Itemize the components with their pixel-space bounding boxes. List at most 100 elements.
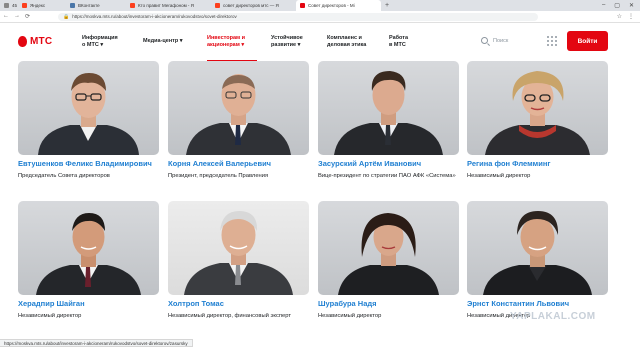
browser-tab-active[interactable]: Совет директоров - Mi <box>296 0 381 11</box>
director-role: Независимый директор, финансовый эксперт <box>168 313 292 319</box>
director-role: Независимый директор <box>318 313 382 319</box>
browser-status-bar: https://moskva.mts.ru/about/investoram-i… <box>0 339 193 347</box>
director-name[interactable]: Эрнст Константин Львович <box>467 299 608 309</box>
browser-toolbar-right: ☆ ⋮ <box>617 13 640 20</box>
director-name[interactable]: Корня Алексей Валерьевич <box>168 159 309 169</box>
browser-tab[interactable]: совет директоров мтс — Я <box>211 0 296 11</box>
nav-label-line2: о МТС ▾ <box>82 42 104 48</box>
director-card[interactable]: Холтроп Томас Независимый директор, фина… <box>168 201 309 320</box>
tab-label: Яндекс <box>30 3 46 8</box>
tab-favicon-icon <box>300 3 305 8</box>
tab-favicon-icon <box>70 3 75 8</box>
search-icon <box>481 37 488 44</box>
tab-favicon-icon <box>4 3 9 8</box>
tab-favicon-icon <box>130 3 135 8</box>
extensions-icon[interactable]: ⋮ <box>628 13 634 20</box>
person-portrait-icon <box>186 74 291 155</box>
browser-tab[interactable]: Кто правит Мегафоном - Я <box>126 0 211 11</box>
tab-label: Совет директоров - Mi <box>308 3 355 8</box>
browser-tab[interactable]: Яндекс <box>18 0 66 11</box>
nav-label-line1: Информация <box>82 35 118 41</box>
director-card[interactable]: Херадпир Шайган Независимый директор <box>18 201 159 320</box>
watermark-text: YAPLAKAL.COM <box>510 311 596 322</box>
director-name[interactable]: Холтроп Томас <box>168 299 309 309</box>
new-tab-icon[interactable]: + <box>385 2 389 9</box>
director-photo <box>168 61 309 155</box>
nav-label-line2: деловая этика <box>327 42 367 48</box>
url-text: https://moskva.mts.ru/about/investoram-i… <box>72 14 237 19</box>
browser-address-bar: ← → ⟳ 🔒 https://moskva.mts.ru/about/inve… <box>0 11 640 23</box>
browser-nav-buttons: ← → ⟳ <box>0 13 50 20</box>
director-role: Председатель Совета директоров <box>18 173 110 179</box>
director-name[interactable]: Засурский Артём Иванович <box>318 159 459 169</box>
nav-label-line1: Инвесторам и <box>207 35 246 41</box>
mts-egg-icon <box>18 36 27 47</box>
tab-label: 45 <box>12 3 18 8</box>
director-photo <box>18 61 159 155</box>
nav-label-line1: Комплаенс и <box>327 35 362 41</box>
person-portrait-icon <box>485 71 590 155</box>
nav-label-line2: в МТС <box>389 42 406 48</box>
search-label: Поиск <box>493 37 509 44</box>
nav-about[interactable]: Информация о МТС ▾ <box>82 35 118 49</box>
search-button[interactable]: Поиск <box>481 37 508 44</box>
window-controls: – ▢ ✕ <box>602 2 640 9</box>
director-name[interactable]: Евтушенков Феликс Владимирович <box>18 159 159 169</box>
person-portrait-icon <box>483 211 592 295</box>
reload-icon[interactable]: ⟳ <box>25 13 30 20</box>
director-card[interactable]: Евтушенков Феликс Владимирович Председат… <box>18 61 159 180</box>
nav-careers[interactable]: Работа в МТС <box>389 35 408 49</box>
person-portrait-icon <box>36 213 141 295</box>
director-card[interactable]: Эрнст Константин Львович Независимый дир… <box>467 201 608 320</box>
director-card[interactable]: Шурабура Надя Независимый директор <box>318 201 459 320</box>
logo-text: МТС <box>30 36 53 47</box>
director-card[interactable]: Корня Алексей Валерьевич Президент, пред… <box>168 61 309 180</box>
site-header: МТС Информация о МТС ▾ Медиа-центр ▾ Инв… <box>0 23 640 63</box>
nav-label-line1: Устойчивое <box>271 35 303 41</box>
person-portrait-icon <box>184 211 293 295</box>
director-name[interactable]: Шурабура Надя <box>318 299 459 309</box>
nav-investors[interactable]: Инвесторам и акционерам ▾ <box>207 35 245 49</box>
nav-sustainability[interactable]: Устойчивое развитие ▾ <box>271 35 303 49</box>
director-card[interactable]: Засурский Артём Иванович Вице-президент … <box>318 61 459 180</box>
director-photo <box>467 61 608 155</box>
director-photo <box>318 61 459 155</box>
back-icon[interactable]: ← <box>3 13 9 20</box>
nav-label-line1: Медиа-центр ▾ <box>143 38 183 44</box>
browser-tab[interactable]: 45 <box>0 0 18 11</box>
close-window-icon[interactable]: ✕ <box>629 2 634 9</box>
director-name[interactable]: Регина фон Флемминг <box>467 159 608 169</box>
lock-icon: 🔒 <box>63 13 70 20</box>
browser-tab-strip: 45 Яндекс ВКонтакте Кто правит Мегафоном… <box>0 0 640 11</box>
maximize-icon[interactable]: ▢ <box>614 2 620 9</box>
tab-label: ВКонтакте <box>78 3 100 8</box>
director-role: Президент, председатель Правления <box>168 173 269 179</box>
star-icon[interactable]: ☆ <box>617 13 622 20</box>
director-photo <box>18 201 159 295</box>
tab-label: Кто правит Мегафоном - Я <box>138 3 194 8</box>
url-input[interactable]: 🔒 https://moskva.mts.ru/about/investoram… <box>58 12 538 21</box>
login-button[interactable]: Войти <box>567 31 608 51</box>
nav-label-line2: развитие ▾ <box>271 42 301 48</box>
person-portrait-icon <box>338 213 439 295</box>
minimize-icon[interactable]: – <box>602 2 605 9</box>
tab-label: совет директоров мтс — Я <box>223 3 279 8</box>
director-photo <box>168 201 309 295</box>
director-name[interactable]: Херадпир Шайган <box>18 299 159 309</box>
person-portrait-icon <box>334 71 443 155</box>
director-card[interactable]: Регина фон Флемминг Независимый директор <box>467 61 608 180</box>
director-role: Вице-президент по стратегии ПАО АФК «Сис… <box>318 173 456 179</box>
person-portrait-icon <box>38 73 139 155</box>
nav-compliance[interactable]: Комплаенс и деловая этика <box>327 35 366 49</box>
nav-label-line1: Работа <box>389 35 409 41</box>
forward-icon[interactable]: → <box>14 13 20 20</box>
director-photo <box>467 201 608 295</box>
apps-grid-icon[interactable] <box>547 36 557 46</box>
director-role: Независимый директор <box>467 173 531 179</box>
browser-tab[interactable]: ВКонтакте <box>66 0 126 11</box>
tab-favicon-icon <box>215 3 220 8</box>
mts-logo[interactable]: МТС <box>18 36 52 47</box>
nav-media[interactable]: Медиа-центр ▾ <box>143 38 183 45</box>
nav-label-line2: акционерам ▾ <box>207 42 245 48</box>
tab-favicon-icon <box>22 3 27 8</box>
